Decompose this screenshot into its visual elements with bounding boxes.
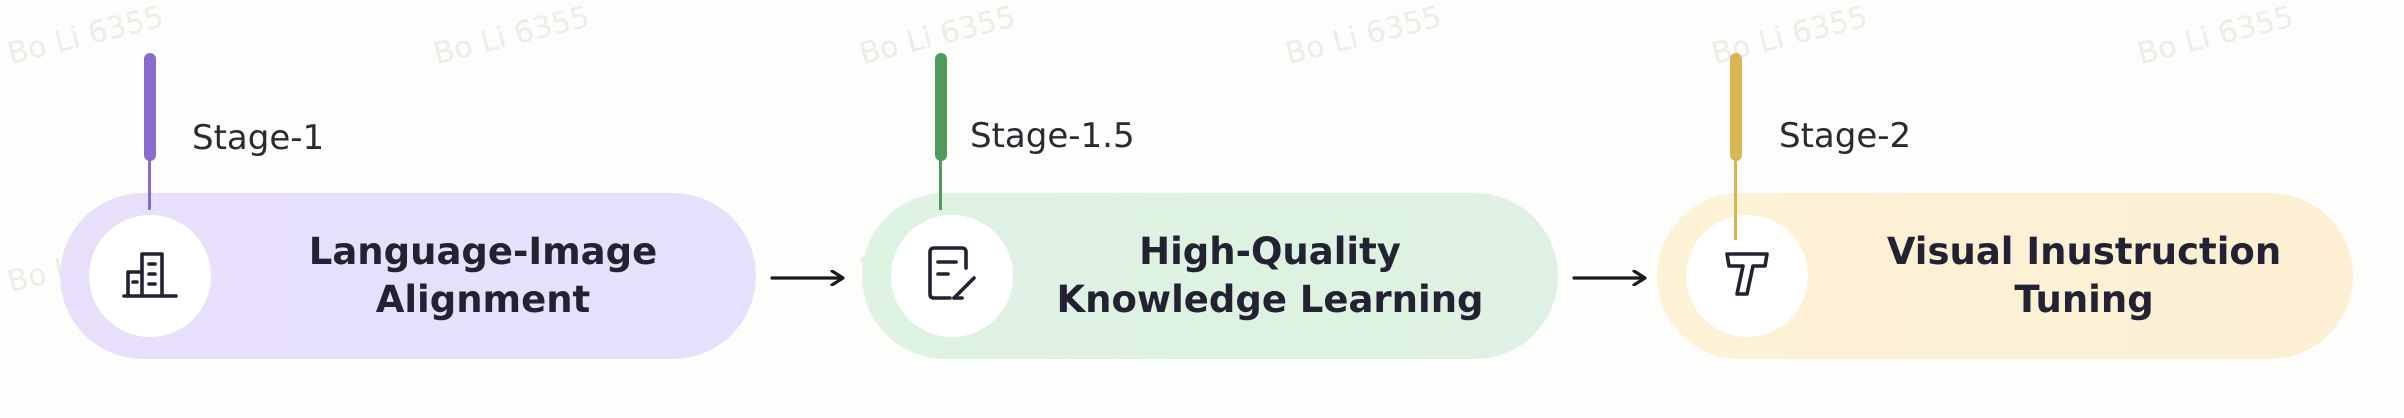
stage-1-5-pill: High-Quality Knowledge Learning (862, 193, 1558, 359)
stage-1-5-label: Stage-1.5 (970, 116, 1135, 156)
watermark: Bo Li 6355 (1282, 0, 1446, 72)
stage-1-5-pin-line (939, 160, 942, 210)
stage-1-pin (144, 53, 156, 161)
stage-2-pill: Visual Inustruction Tuning (1657, 193, 2353, 359)
stage-1-icon-circle (89, 215, 211, 337)
stage-1-5-pin (935, 53, 947, 161)
building-icon (122, 246, 178, 306)
stage-1-pin-line (148, 160, 151, 210)
right-arrow-icon (1572, 270, 1647, 286)
stage-2-label: Stage-2 (1779, 116, 1912, 156)
stage-2-pin-line (1734, 160, 1737, 240)
stage-1-5-title: High-Quality Knowledge Learning (1022, 193, 1518, 359)
watermark: Bo Li 6355 (4, 0, 168, 72)
document-edit-icon (924, 244, 980, 308)
stage-1-label: Stage-1 (192, 118, 325, 158)
stage-1-5-title-line-2: Knowledge Learning (1056, 278, 1484, 321)
stage-1-pill: Language-Image Alignment (60, 193, 756, 359)
stage-2-pin (1730, 53, 1742, 161)
right-arrow-icon (770, 270, 845, 286)
text-tool-icon (1719, 246, 1775, 306)
stage-1-title: Language-Image Alignment (308, 229, 658, 321)
watermark: Bo Li 6355 (2134, 0, 2298, 72)
stage-2-icon-circle (1686, 215, 1808, 337)
watermark: Bo Li 6355 (430, 0, 594, 72)
stage-1-5-icon-circle (891, 215, 1013, 337)
stage-1-5-title-line-1: High-Quality (1139, 229, 1401, 273)
stage-2-title: Visual Inustruction Tuning (1886, 229, 2282, 321)
